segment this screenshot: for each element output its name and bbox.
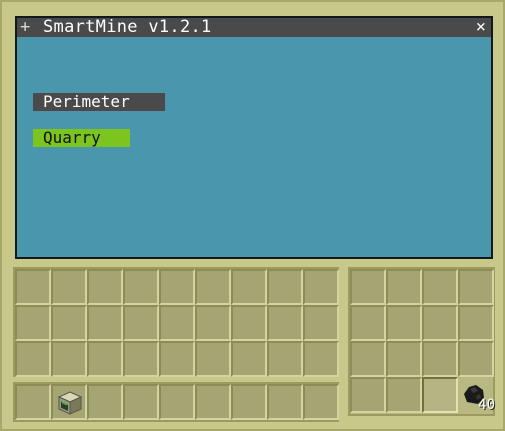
inventory-slot[interactable]	[87, 305, 123, 341]
player-hotbar	[13, 382, 339, 422]
inventory-slot[interactable]	[51, 341, 87, 377]
close-icon[interactable]: ×	[476, 18, 486, 37]
computer-screen[interactable]: + SmartMine v1.2.1 × Perimeter Quarry	[15, 16, 493, 259]
inventory-slot[interactable]	[231, 305, 267, 341]
hotbar-slot[interactable]	[87, 384, 123, 420]
inventory-slot[interactable]	[195, 305, 231, 341]
turtle-slot[interactable]	[386, 269, 422, 305]
turtle-slot[interactable]	[458, 269, 494, 305]
inventory-slot[interactable]	[159, 305, 195, 341]
hotbar-slot[interactable]	[303, 384, 339, 420]
hotbar-slot[interactable]	[51, 384, 87, 420]
turtle-slot[interactable]	[458, 305, 494, 341]
turtle-slot[interactable]	[386, 341, 422, 377]
player-inventory	[13, 267, 339, 377]
hotbar-slot[interactable]	[267, 384, 303, 420]
inventory-slot[interactable]	[267, 305, 303, 341]
hotbar-slot[interactable]	[231, 384, 267, 420]
inventory-slot[interactable]	[123, 305, 159, 341]
inventory-slot[interactable]	[267, 269, 303, 305]
inventory-slot[interactable]	[159, 269, 195, 305]
inventory-slot[interactable]	[195, 269, 231, 305]
inventory-slot[interactable]	[303, 341, 339, 377]
inventory-slot[interactable]	[15, 305, 51, 341]
inventory-slot[interactable]	[123, 269, 159, 305]
turtle-inventory: 40	[348, 267, 495, 416]
inventory-slot[interactable]	[159, 341, 195, 377]
hotbar-slot[interactable]	[195, 384, 231, 420]
inventory-slot[interactable]	[15, 269, 51, 305]
inventory-slot[interactable]	[51, 305, 87, 341]
computer-block-icon	[57, 391, 83, 415]
hotbar-slot[interactable]	[159, 384, 195, 420]
gui-frame: + SmartMine v1.2.1 × Perimeter Quarry 40	[0, 0, 505, 431]
inventory-slot[interactable]	[87, 341, 123, 377]
turtle-slot[interactable]	[458, 341, 494, 377]
window-title: SmartMine v1.2.1	[43, 17, 212, 37]
fuel-slot[interactable]	[422, 377, 458, 413]
perimeter-button[interactable]: Perimeter	[33, 93, 165, 111]
turtle-slot[interactable]	[422, 341, 458, 377]
turtle-slot[interactable]	[350, 305, 386, 341]
inventory-slot[interactable]	[231, 269, 267, 305]
title-bar: + SmartMine v1.2.1 ×	[17, 18, 491, 37]
turtle-slot[interactable]	[386, 305, 422, 341]
inventory-slot[interactable]	[123, 341, 159, 377]
inventory-slot[interactable]	[303, 305, 339, 341]
inventory-slot[interactable]	[87, 269, 123, 305]
inventory-slot[interactable]	[303, 269, 339, 305]
coal-slot[interactable]: 40	[458, 377, 495, 413]
inventory-slot[interactable]	[51, 269, 87, 305]
inventory-slot[interactable]	[267, 341, 303, 377]
turtle-slot[interactable]	[350, 341, 386, 377]
plus-icon[interactable]: +	[20, 18, 30, 37]
hotbar-slot[interactable]	[123, 384, 159, 420]
inventory-slot[interactable]	[195, 341, 231, 377]
turtle-slot[interactable]	[350, 377, 386, 413]
turtle-slot[interactable]	[422, 305, 458, 341]
inventory-slot[interactable]	[231, 341, 267, 377]
inventory-slot[interactable]	[15, 341, 51, 377]
quarry-button[interactable]: Quarry	[33, 129, 130, 147]
turtle-slot[interactable]	[386, 377, 422, 413]
item-count: 40	[478, 397, 495, 413]
hotbar-slot[interactable]	[15, 384, 51, 420]
turtle-slot[interactable]	[350, 269, 386, 305]
turtle-slot[interactable]	[422, 269, 458, 305]
